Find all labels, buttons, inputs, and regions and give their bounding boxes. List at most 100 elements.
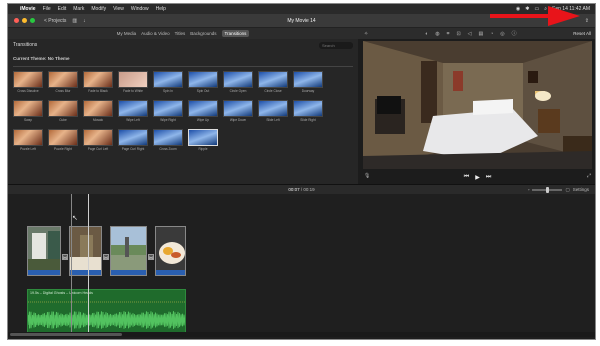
- stabilization-icon[interactable]: ⊡: [456, 31, 460, 37]
- transition-thumbnail: [48, 71, 78, 88]
- transition-tile[interactable]: Circle Open: [223, 71, 253, 94]
- playhead[interactable]: [88, 194, 89, 337]
- transition-tile[interactable]: Circle Close: [258, 71, 288, 94]
- transition-thumbnail: [13, 129, 43, 146]
- transition-label: Fade to Black: [88, 89, 108, 93]
- transition-thumbnail: [293, 71, 323, 88]
- share-icon[interactable]: ⇪: [585, 18, 589, 24]
- color-balance-icon[interactable]: ◐: [425, 31, 428, 37]
- zoom-slider[interactable]: [532, 186, 563, 193]
- menu-help[interactable]: Help: [156, 6, 166, 12]
- transition-label: Puzzle Left: [20, 147, 36, 151]
- transition-tile[interactable]: Page Curl Left: [83, 129, 113, 152]
- tab-backgrounds[interactable]: Backgrounds: [190, 31, 216, 36]
- transition-tile[interactable]: Page Curl Right: [118, 129, 148, 152]
- clip-3-audio-strip: [111, 270, 146, 275]
- transition-tile[interactable]: Wipe Right: [153, 100, 183, 123]
- video-clip-2[interactable]: [69, 226, 102, 276]
- transition-tile[interactable]: Cross Dissolve: [13, 71, 43, 94]
- zoom-window-button[interactable]: [30, 18, 35, 23]
- projects-button[interactable]: < Projects: [44, 18, 66, 24]
- transition-tile[interactable]: Puzzle Right: [48, 129, 78, 152]
- video-clip-3[interactable]: [110, 226, 147, 276]
- menu-edit[interactable]: Edit: [58, 6, 67, 12]
- timeline-scrollbar[interactable]: [8, 332, 595, 337]
- crop-icon[interactable]: ⌗: [447, 31, 450, 37]
- transition-marker-1[interactable]: ⋈: [62, 254, 68, 260]
- transition-tile[interactable]: Slide Right: [293, 100, 323, 123]
- tab-titles[interactable]: Titles: [175, 31, 186, 36]
- transition-marker-3[interactable]: ⋈: [148, 254, 154, 260]
- transition-label: Mosaic: [92, 118, 104, 122]
- noise-reduction-icon[interactable]: ▤: [479, 31, 484, 37]
- library-toggle-icon[interactable]: ▥: [72, 18, 77, 24]
- transition-thumbnail: [188, 71, 218, 88]
- transition-thumbnail: [258, 71, 288, 88]
- clip-2-audio-strip: [70, 270, 101, 275]
- fullscreen-icon[interactable]: ⤢: [587, 173, 591, 179]
- tab-transitions[interactable]: Transitions: [221, 30, 250, 37]
- menu-window[interactable]: Window: [131, 6, 149, 12]
- transition-tile[interactable]: Cross Zoom: [153, 129, 183, 152]
- transition-thumbnail: [293, 100, 323, 117]
- video-clip-4[interactable]: [155, 226, 186, 276]
- search-icon[interactable]: ⌕: [544, 6, 547, 12]
- transition-tile[interactable]: Mosaic: [83, 100, 113, 123]
- bluetooth-icon[interactable]: ✱: [525, 6, 529, 12]
- skip-forward-icon[interactable]: ⏭: [486, 174, 491, 181]
- transition-tile[interactable]: Swap: [13, 100, 43, 123]
- menu-app-name[interactable]: iMovie: [20, 6, 36, 12]
- transition-tile[interactable]: Spin In: [153, 71, 183, 94]
- filter-icon[interactable]: ◎: [500, 31, 504, 37]
- transition-thumbnail: [258, 100, 288, 117]
- transition-tile[interactable]: Spin Out: [188, 71, 218, 94]
- magic-wand-icon[interactable]: ✧: [364, 31, 368, 37]
- color-correction-icon[interactable]: ◍: [435, 31, 439, 37]
- transition-tile[interactable]: Cube: [48, 100, 78, 123]
- clip-3-thumbnail: [111, 227, 146, 272]
- video-preview[interactable]: [363, 41, 592, 169]
- tab-audio-video[interactable]: Audio & Video: [141, 31, 169, 36]
- transition-tile[interactable]: Slide Left: [258, 100, 288, 123]
- transition-label: Cross Dissolve: [17, 89, 39, 93]
- transition-tile[interactable]: Wipe Left: [118, 100, 148, 123]
- browser-header: Transitions Search: [8, 39, 358, 51]
- import-icon[interactable]: ↓: [83, 18, 86, 24]
- menu-file[interactable]: File: [43, 6, 51, 12]
- minimize-window-button[interactable]: [22, 18, 27, 23]
- menu-view[interactable]: View: [113, 6, 124, 12]
- menubar-clock[interactable]: Sep 14 11:42 AM: [552, 6, 590, 12]
- transition-tile[interactable]: Wipe Down: [223, 100, 253, 123]
- transition-marker-2[interactable]: ⋈: [103, 254, 109, 260]
- background-music-clip[interactable]: 19.5s – Digital Ghosts – Unicorn Heads: [27, 289, 186, 335]
- transition-tile[interactable]: Doorway: [293, 71, 323, 94]
- battery-icon[interactable]: ▭: [534, 6, 539, 12]
- search-input[interactable]: Search: [319, 41, 353, 49]
- menu-mark[interactable]: Mark: [73, 6, 84, 12]
- transition-tile[interactable]: Puzzle Left: [13, 129, 43, 152]
- skip-back-icon[interactable]: ⏮: [464, 174, 469, 181]
- timecode-current: 00:07: [288, 187, 300, 192]
- info-icon[interactable]: ⓘ: [512, 30, 517, 37]
- transition-tile[interactable]: Fade to White: [118, 71, 148, 94]
- wifi-icon[interactable]: ◉: [516, 6, 520, 12]
- volume-icon[interactable]: ◁: [468, 31, 472, 37]
- scrollbar-thumb[interactable]: [10, 333, 122, 336]
- tab-my-media[interactable]: My Media: [117, 31, 137, 36]
- timeline[interactable]: ⋈ ⋈ ⋈ 19.5s – Digital Ghosts – Unicorn H…: [8, 194, 595, 337]
- transition-tile[interactable]: Wipe Up: [188, 100, 218, 123]
- close-window-button[interactable]: [14, 18, 19, 23]
- transition-tile[interactable]: Ripple: [188, 129, 218, 152]
- menu-modify[interactable]: Modify: [91, 6, 106, 12]
- transition-label: Cross Zoom: [159, 147, 177, 151]
- reset-all-button[interactable]: Reset All: [573, 31, 591, 36]
- viewer-pane: 🎙 ⏮ ▶ ⏭ ⤢: [358, 39, 595, 184]
- play-icon[interactable]: ▶: [475, 174, 480, 181]
- mac-menu-bar: iMovie File Edit Mark Modify View Window…: [8, 4, 595, 14]
- transition-tile[interactable]: Cross Blur: [48, 71, 78, 94]
- transition-label: Wipe Left: [126, 118, 140, 122]
- transition-tile[interactable]: Fade to Black: [83, 71, 113, 94]
- transition-thumbnail: [118, 100, 148, 117]
- video-clip-1[interactable]: [27, 226, 61, 276]
- speed-icon[interactable]: ◔: [490, 31, 493, 37]
